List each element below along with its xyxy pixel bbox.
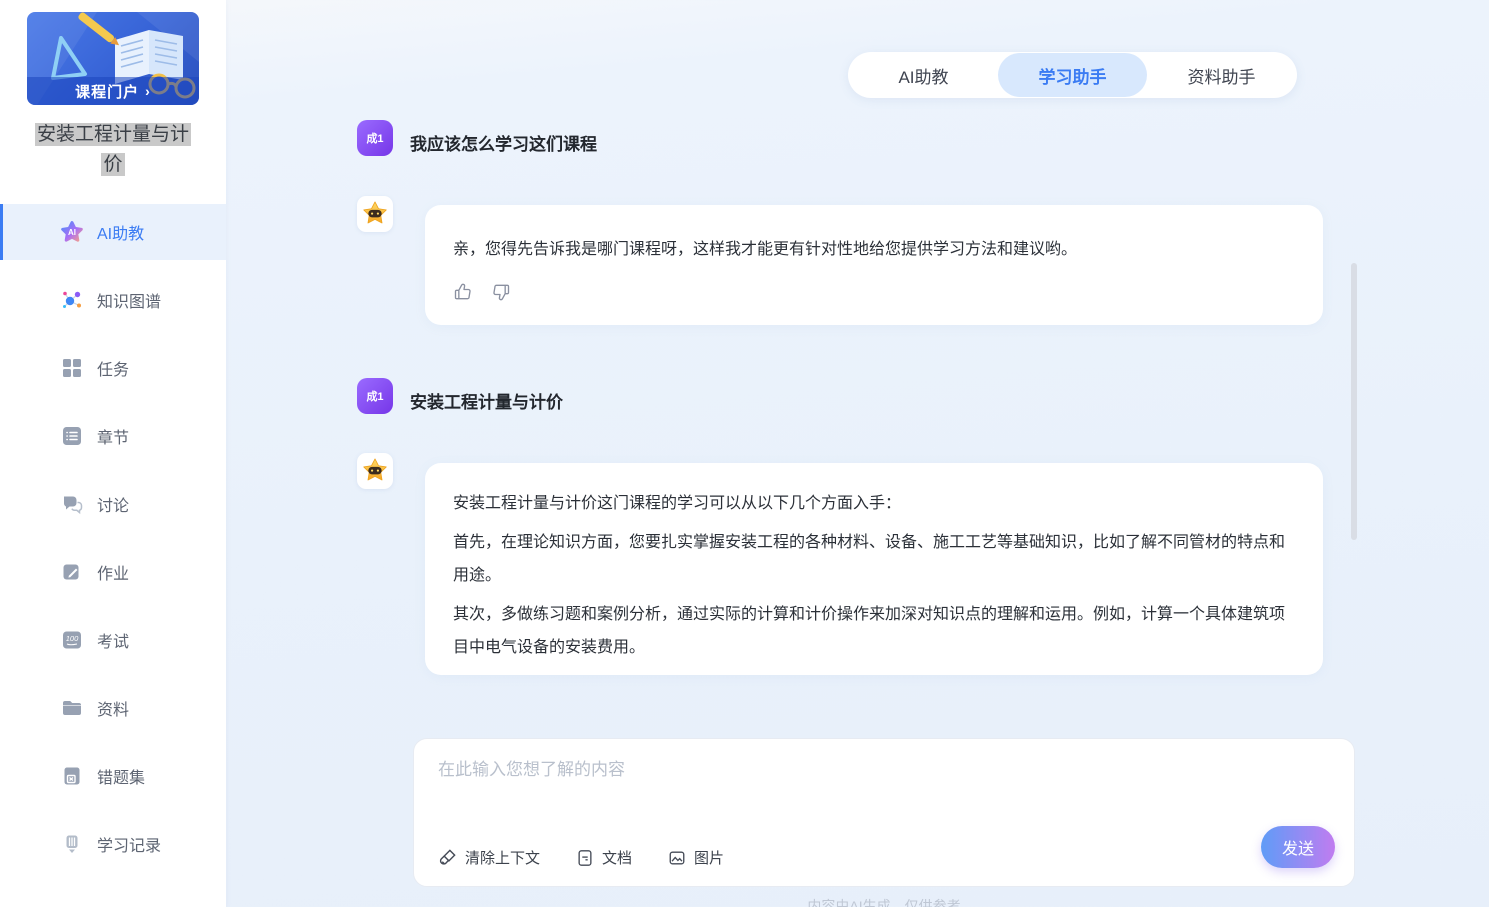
svg-text:AI: AI: [68, 228, 76, 237]
course-portal-label: 课程门户: [75, 81, 139, 102]
sidebar-item-label: 任务: [97, 356, 129, 380]
user-avatar: 成1: [357, 120, 393, 156]
user-avatar-badge: 成1: [366, 388, 383, 404]
folder-icon: [60, 696, 84, 720]
ai-message-paragraph: 安装工程计量与计价这门课程的学习可以从以下几个方面入手：: [453, 487, 1295, 520]
sidebar-item-chapters[interactable]: 章节: [0, 408, 226, 464]
svg-text:100: 100: [66, 634, 79, 643]
sidebar-item-label: 资料: [97, 696, 129, 720]
composer-toolbar: 清除上下文 文档 图片: [438, 847, 724, 868]
sidebar-item-materials[interactable]: 资料: [0, 680, 226, 736]
clear-context-brush-icon: [438, 848, 457, 867]
image-icon: [668, 849, 686, 867]
sidebar-item-label: 章节: [97, 424, 129, 448]
sidebar-item-label: 讨论: [97, 492, 129, 516]
sidebar-item-tasks[interactable]: 任务: [0, 340, 226, 396]
wrong-book-icon: [60, 764, 84, 788]
composer: 清除上下文 文档 图片 发送: [413, 738, 1355, 887]
chat-scrollbar[interactable]: [1351, 263, 1357, 540]
ai-message-text: 亲，您得先告诉我是哪门课程呀，这样我才能更有针对性地给您提供学习方法和建议哟。: [453, 233, 1295, 266]
sidebar-item-knowledge-graph[interactable]: 知识图谱: [0, 272, 226, 328]
chat-input[interactable]: [438, 755, 1318, 813]
document-icon: [576, 849, 594, 867]
homework-icon: [60, 560, 84, 584]
tab-materials-assistant[interactable]: 资料助手: [1147, 53, 1296, 97]
image-label: 图片: [694, 847, 724, 868]
course-portal-banner[interactable]: 课程门户 ›: [27, 12, 199, 105]
ai-message-bubble: 安装工程计量与计价这门课程的学习可以从以下几个方面入手： 首先，在理论知识方面，…: [425, 463, 1323, 675]
document-label: 文档: [602, 847, 632, 868]
user-message: 我应该怎么学习这们课程: [410, 130, 597, 155]
ai-message-paragraph: 首先，在理论知识方面，您要扎实掌握安装工程的各种材料、设备、施工工艺等基础知识，…: [453, 526, 1295, 592]
exam-100-icon: 100: [60, 628, 84, 652]
sidebar-item-wrong-book[interactable]: 错题集: [0, 748, 226, 804]
course-portal-link[interactable]: 课程门户 ›: [27, 77, 199, 105]
course-title: 安装工程计量与计 价: [0, 120, 226, 180]
user-avatar: 成1: [357, 378, 393, 414]
ai-avatar: [357, 453, 393, 489]
tasks-grid-icon: [60, 356, 84, 380]
attach-image-button[interactable]: 图片: [668, 847, 724, 868]
sidebar-item-label: 考试: [97, 628, 129, 652]
ai-message-bubble: 亲，您得先告诉我是哪门课程呀，这样我才能更有针对性地给您提供学习方法和建议哟。: [425, 205, 1323, 325]
thumbs-up-button[interactable]: [453, 282, 473, 302]
ai-star-icon: AI: [60, 220, 84, 244]
sidebar-item-study-record[interactable]: 学习记录: [0, 816, 226, 872]
clear-context-label: 清除上下文: [465, 847, 540, 868]
tab-ai-tutor[interactable]: AI助教: [849, 53, 998, 97]
ai-star-robot-icon: [360, 199, 390, 229]
thumbs-down-button[interactable]: [491, 282, 511, 302]
attach-document-button[interactable]: 文档: [576, 847, 632, 868]
sidebar-item-label: 知识图谱: [97, 288, 161, 312]
sidebar-item-discussion[interactable]: 讨论: [0, 476, 226, 532]
sidebar-item-homework[interactable]: 作业: [0, 544, 226, 600]
clear-context-button[interactable]: 清除上下文: [438, 847, 540, 868]
sidebar-item-label: 学习记录: [97, 832, 161, 856]
feedback-bar: [453, 282, 1295, 302]
knowledge-graph-icon: [60, 288, 84, 312]
sidebar-nav: AI AI助教 知识图谱: [0, 204, 226, 884]
sidebar-item-exam[interactable]: 100 考试: [0, 612, 226, 668]
course-title-line2: 价: [101, 153, 124, 176]
ai-star-robot-icon: [360, 456, 390, 486]
sidebar: 课程门户 › 安装工程计量与计 价 AI AI助教: [0, 0, 226, 907]
sidebar-item-label: 错题集: [97, 764, 145, 788]
ai-disclaimer: 内容由AI生成，仅供参考: [413, 896, 1355, 907]
sidebar-item-label: 作业: [97, 560, 129, 584]
ai-message-paragraph: 其次，多做练习题和案例分析，通过实际的计算和计价操作来加深对知识点的理解和运用。…: [453, 598, 1295, 664]
assistant-tabbar: AI助教 学习助手 资料助手: [848, 52, 1297, 98]
study-record-icon: [60, 832, 84, 856]
chevron-right-icon: ›: [145, 83, 151, 99]
discussion-icon: [60, 492, 84, 516]
ai-avatar: [357, 196, 393, 232]
chapters-list-icon: [60, 424, 84, 448]
course-title-line1: 安装工程计量与计: [35, 123, 191, 146]
user-message: 安装工程计量与计价: [410, 388, 563, 413]
send-button[interactable]: 发送: [1261, 826, 1335, 868]
tab-study-assistant[interactable]: 学习助手: [998, 53, 1147, 97]
sidebar-item-ai-tutor[interactable]: AI AI助教: [0, 204, 226, 260]
sidebar-item-label: AI助教: [97, 220, 144, 244]
user-avatar-badge: 成1: [366, 130, 383, 146]
